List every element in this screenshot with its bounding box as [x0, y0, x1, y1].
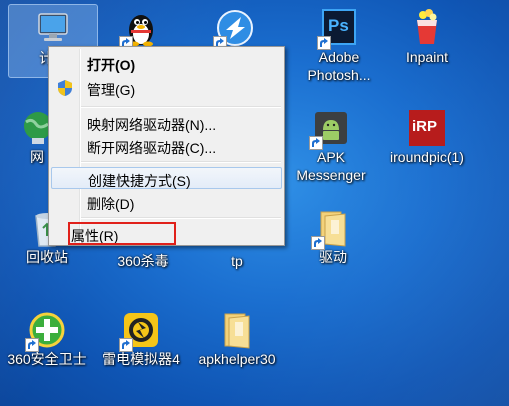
- photoshop-icon: Ps: [317, 8, 359, 50]
- menu-item-disconnect-network-drive[interactable]: 断开网络驱动器(C)...: [51, 135, 282, 157]
- desktop-icon-label: APK: [316, 149, 345, 165]
- menu-item-label: 映射网络驱动器(N)...: [87, 117, 217, 133]
- iroundpic-icon: iRP: [407, 108, 447, 148]
- menu-item-label: 断开网络驱动器(C)...: [87, 140, 217, 156]
- computer-icon: [33, 9, 73, 49]
- shortcut-arrow-icon: [25, 338, 39, 352]
- menu-separator: [81, 161, 281, 163]
- desktop-icon-label: iroundpic(1): [390, 149, 464, 165]
- desktop-icon-label: tp: [231, 253, 243, 269]
- iroundpic-badge: iRP: [412, 118, 438, 135]
- shortcut-arrow-icon: [309, 136, 323, 150]
- desktop-icon-label: 360杀毒: [117, 253, 169, 269]
- desktop-icon-leidian-emulator[interactable]: 雷电模拟器4: [96, 306, 186, 380]
- desktop-icon-apkhelper[interactable]: apkhelper30: [192, 306, 282, 380]
- folder-icon: [311, 208, 353, 250]
- inpaint-icon: [407, 8, 447, 48]
- annotation-highlight-box: [68, 222, 176, 245]
- desktop-icon-apk-messenger[interactable]: APK Messenger: [286, 104, 376, 183]
- shortcut-arrow-icon: [317, 36, 331, 50]
- desktop-icon-label: 雷电模拟器4: [102, 351, 180, 367]
- menu-item-delete[interactable]: 删除(D): [51, 191, 282, 213]
- desktop-icon-inpaint[interactable]: Inpaint: [382, 4, 472, 78]
- blue-app-icon: [213, 8, 255, 50]
- folder-icon: [217, 310, 257, 350]
- photoshop-badge: Ps: [328, 16, 349, 35]
- menu-item-create-shortcut[interactable]: 创建快捷方式(S): [51, 167, 282, 189]
- desktop-icon-label: 驱动: [319, 249, 347, 265]
- shield-icon: [57, 79, 73, 102]
- desktop-icon-label: Inpaint: [405, 49, 449, 65]
- desktop-icon-label: Photosh...: [307, 67, 371, 83]
- context-menu: 打开(O) 管理(G) 映射网络驱动器(N)... 断开网络驱动器(C)... …: [48, 46, 285, 246]
- desktop-icon-label: Messenger: [296, 167, 366, 183]
- menu-item-label: 管理(G): [87, 82, 136, 98]
- 360-safeguard-icon: [25, 310, 67, 352]
- shortcut-arrow-icon: [311, 236, 325, 250]
- menu-item-label: 创建快捷方式(S): [88, 173, 191, 189]
- menu-item-label: 打开(O): [87, 57, 136, 73]
- menu-separator: [81, 106, 281, 108]
- menu-item-open[interactable]: 打开(O): [51, 52, 282, 74]
- menu-item-manage[interactable]: 管理(G): [51, 77, 282, 99]
- desktop-icon-label: apkhelper30: [198, 351, 276, 367]
- qq-penguin-icon: [119, 8, 161, 50]
- desktop-icon-label: 360安全卫士: [7, 351, 87, 367]
- desktop-icon-drivers[interactable]: 驱动: [288, 204, 378, 278]
- desktop-icon-iroundpic[interactable]: iRP iroundpic(1): [382, 104, 472, 178]
- desktop-icon-360-safeguard[interactable]: 360安全卫士: [2, 306, 92, 380]
- menu-separator: [81, 217, 281, 219]
- menu-item-label: 删除(D): [87, 196, 135, 212]
- menu-item-map-network-drive[interactable]: 映射网络驱动器(N)...: [51, 112, 282, 134]
- desktop-icon-label: Adobe: [318, 49, 360, 65]
- shortcut-arrow-icon: [119, 338, 133, 352]
- apk-messenger-icon: [309, 108, 351, 150]
- desktop-icon-photoshop[interactable]: Ps Adobe Photosh...: [294, 4, 384, 83]
- desktop-icon-label: 回收站: [26, 249, 68, 265]
- leidian-emulator-icon: [119, 310, 161, 352]
